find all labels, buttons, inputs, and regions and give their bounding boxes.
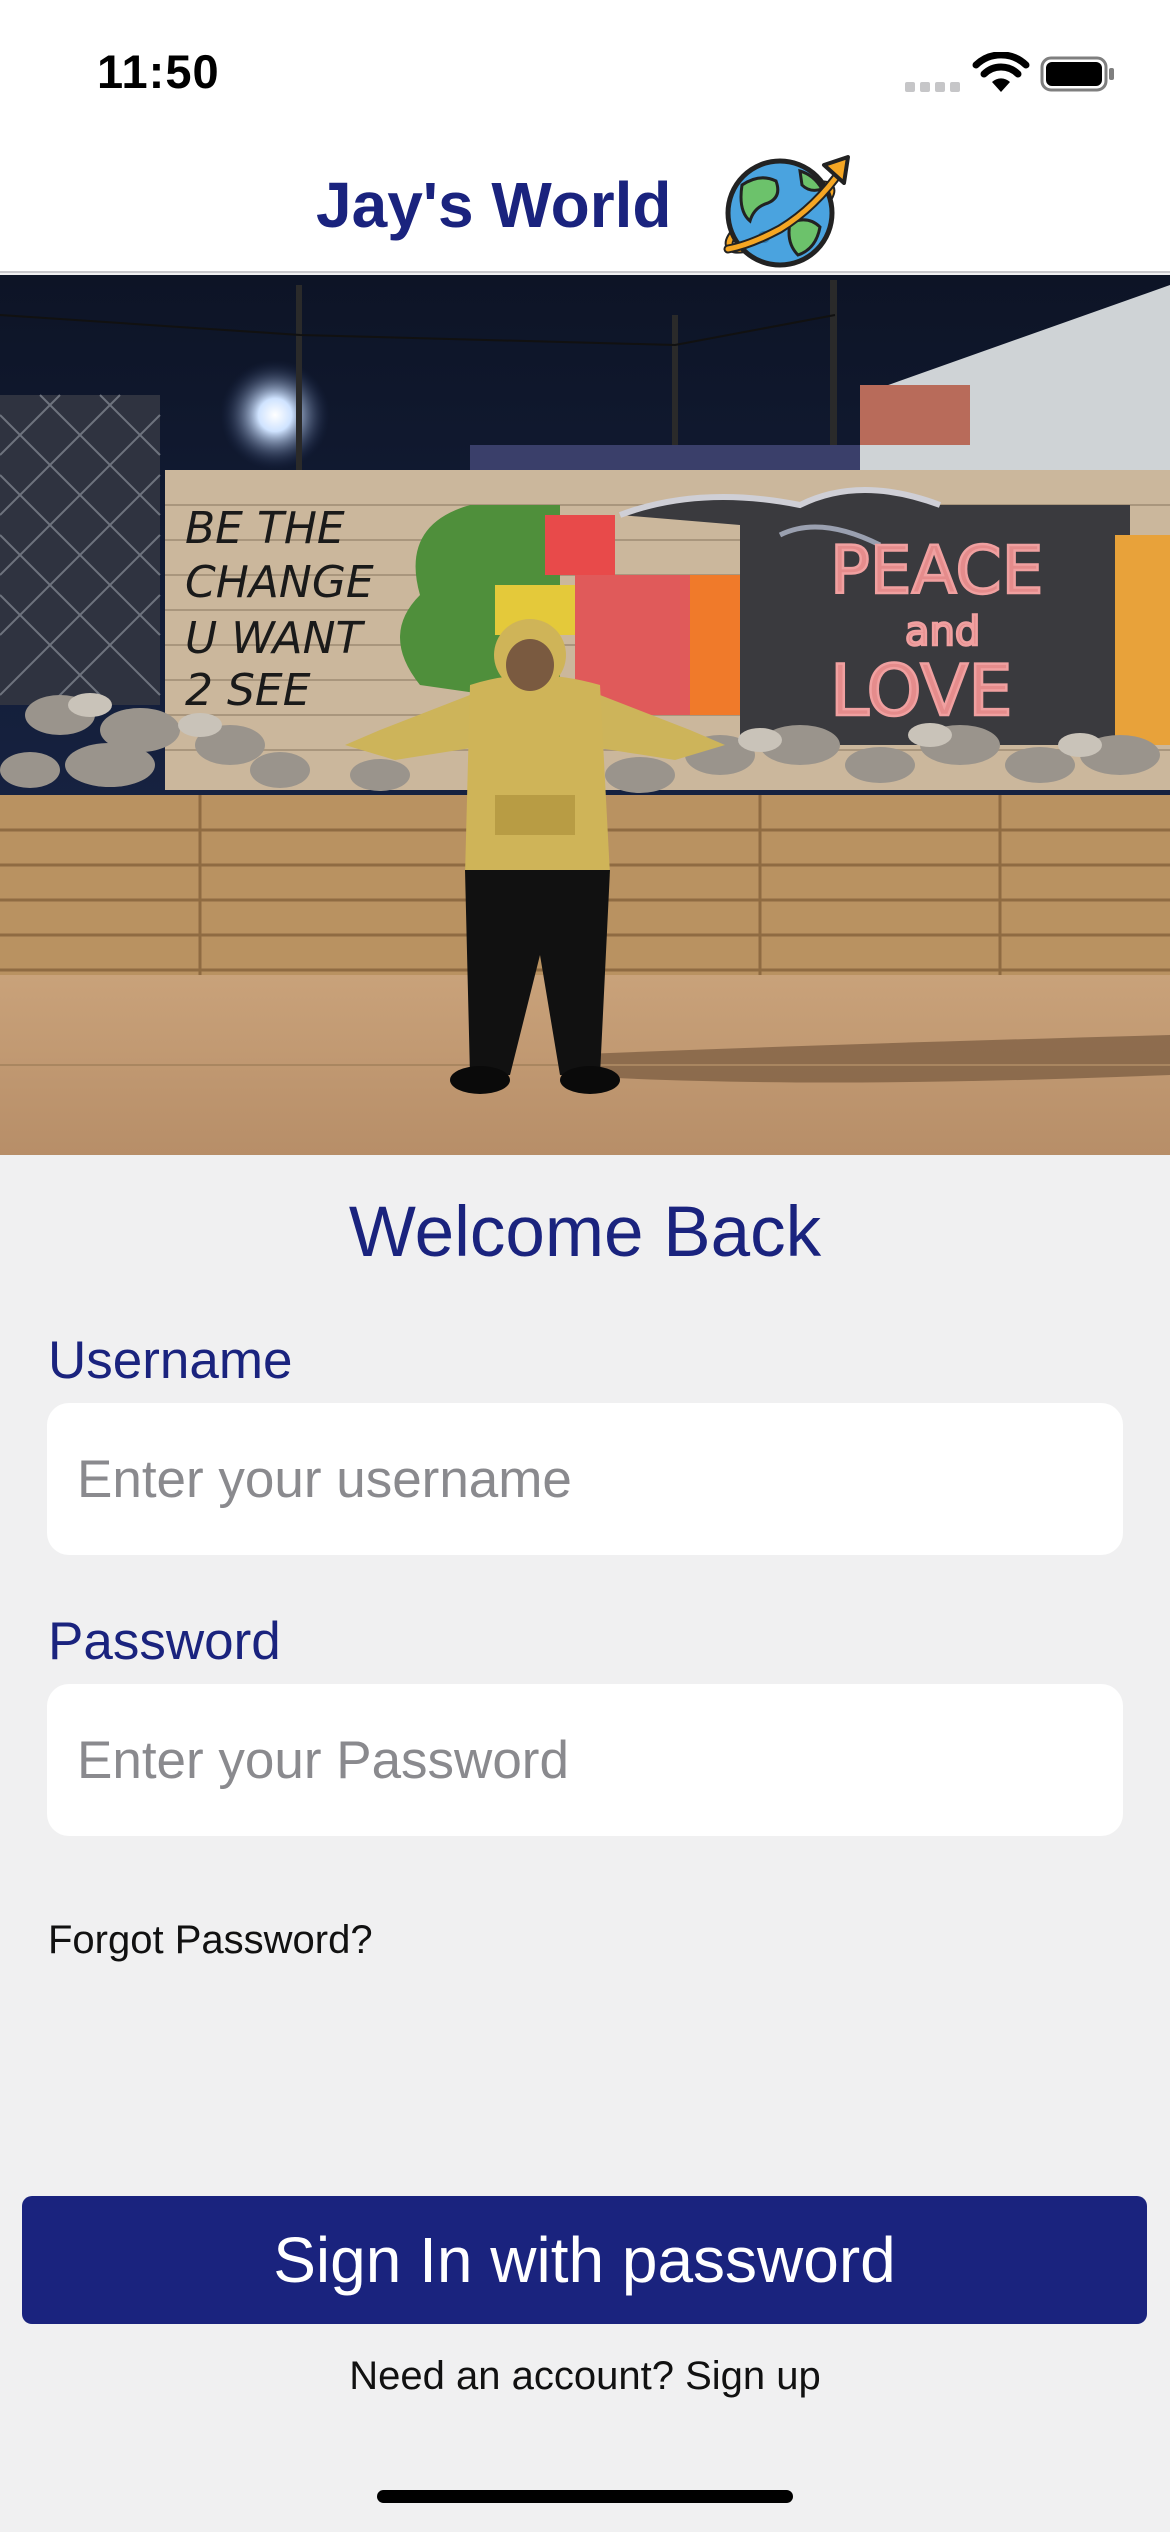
sign-in-button[interactable]: Sign In with password	[22, 2196, 1147, 2324]
home-indicator	[377, 2490, 793, 2503]
wall-text-left-line: 2 SEE	[185, 665, 311, 716]
forgot-password-link[interactable]: Forgot Password?	[48, 1918, 373, 1963]
wall-text-right-line: PEACE	[830, 532, 1043, 609]
wall-text-left-line: U WANT	[185, 613, 366, 664]
hero-photo: BE THE CHANGE U WANT 2 SEE PEACE and LOV…	[0, 275, 1170, 1155]
username-input[interactable]	[47, 1403, 1123, 1555]
battery-icon	[1040, 56, 1114, 92]
status-time: 11:50	[97, 45, 220, 98]
app-title: Jay's World	[316, 169, 672, 241]
wall-text-right-line: and	[905, 609, 980, 655]
signup-link[interactable]: Need an account? Sign up	[0, 2354, 1170, 2399]
wifi-icon	[972, 52, 1030, 92]
app-header: Jay's World	[0, 135, 1170, 273]
username-label: Username	[48, 1331, 293, 1390]
person-in-front-of-graffiti-wall-photo: BE THE CHANGE U WANT 2 SEE PEACE and LOV…	[0, 275, 1170, 1155]
cellular-signal-icon	[905, 82, 961, 92]
wall-text-left-line: BE THE	[185, 503, 345, 554]
password-label: Password	[48, 1612, 281, 1671]
login-screen: 11:50 Jay's World BE THE CHANGE U WANT 2…	[0, 0, 1170, 2532]
wall-text-right-line: LOVE	[830, 650, 1013, 732]
password-input[interactable]	[47, 1684, 1123, 1836]
status-bar: 11:50	[0, 0, 1170, 135]
welcome-heading: Welcome Back	[348, 1193, 822, 1272]
wall-text-left-line: CHANGE	[185, 557, 374, 608]
globe-planet-icon	[723, 155, 850, 268]
